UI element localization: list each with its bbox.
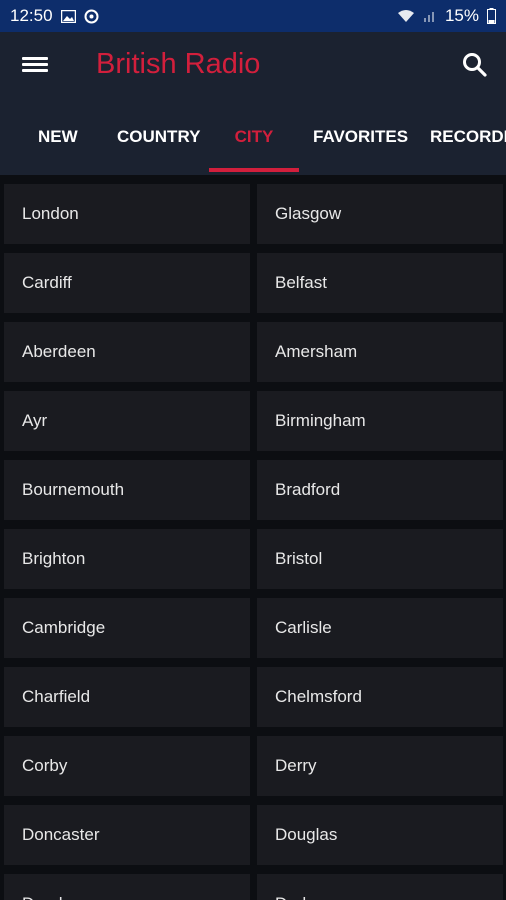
tab-new[interactable]: NEW — [38, 98, 78, 175]
city-item-douglas[interactable]: Douglas — [257, 805, 503, 865]
city-item-belfast[interactable]: Belfast — [257, 253, 503, 313]
tab-recorded[interactable]: RECORDE — [430, 98, 506, 175]
search-icon[interactable] — [462, 52, 488, 78]
city-item-bradford[interactable]: Bradford — [257, 460, 503, 520]
city-item-bristol[interactable]: Bristol — [257, 529, 503, 589]
tab-city[interactable]: CITY — [209, 98, 299, 175]
city-item-cardiff[interactable]: Cardiff — [4, 253, 250, 313]
app-bar: British Radio — [0, 32, 506, 98]
city-item-bournemouth[interactable]: Bournemouth — [4, 460, 250, 520]
city-item-dundee[interactable]: Dundee — [4, 874, 250, 900]
tab-favorites[interactable]: FAVORITES — [313, 98, 408, 175]
city-item-corby[interactable]: Corby — [4, 736, 250, 796]
city-item-chelmsford[interactable]: Chelmsford — [257, 667, 503, 727]
image-icon — [60, 9, 76, 23]
app-title: British Radio — [96, 48, 261, 80]
active-tab-indicator — [209, 168, 299, 172]
hamburger-menu-icon[interactable] — [22, 54, 48, 76]
battery-icon — [487, 8, 496, 24]
city-item-charfield[interactable]: Charfield — [4, 667, 250, 727]
city-item-brighton[interactable]: Brighton — [4, 529, 250, 589]
tab-bar: NEW COUNTRY CITY FAVORITES RECORDE — [0, 98, 506, 175]
city-grid: London Glasgow Cardiff Belfast Aberdeen … — [0, 178, 506, 900]
city-item-cambridge[interactable]: Cambridge — [4, 598, 250, 658]
signal-icon — [423, 12, 434, 22]
city-item-amersham[interactable]: Amersham — [257, 322, 503, 382]
city-item-birmingham[interactable]: Birmingham — [257, 391, 503, 451]
city-item-london[interactable]: London — [4, 184, 250, 244]
status-bar: 12:50 15% — [0, 0, 506, 32]
vpn-icon — [84, 9, 99, 23]
city-item-carlisle[interactable]: Carlisle — [257, 598, 503, 658]
tab-country[interactable]: COUNTRY — [117, 98, 200, 175]
city-item-durham[interactable]: Durham — [257, 874, 503, 900]
city-item-aberdeen[interactable]: Aberdeen — [4, 322, 250, 382]
battery-percent: 15% — [444, 6, 479, 25]
city-item-doncaster[interactable]: Doncaster — [4, 805, 250, 865]
wifi-icon — [397, 10, 414, 22]
city-item-glasgow[interactable]: Glasgow — [257, 184, 503, 244]
status-time: 12:50 — [10, 6, 53, 25]
city-item-derry[interactable]: Derry — [257, 736, 503, 796]
city-item-ayr[interactable]: Ayr — [4, 391, 250, 451]
